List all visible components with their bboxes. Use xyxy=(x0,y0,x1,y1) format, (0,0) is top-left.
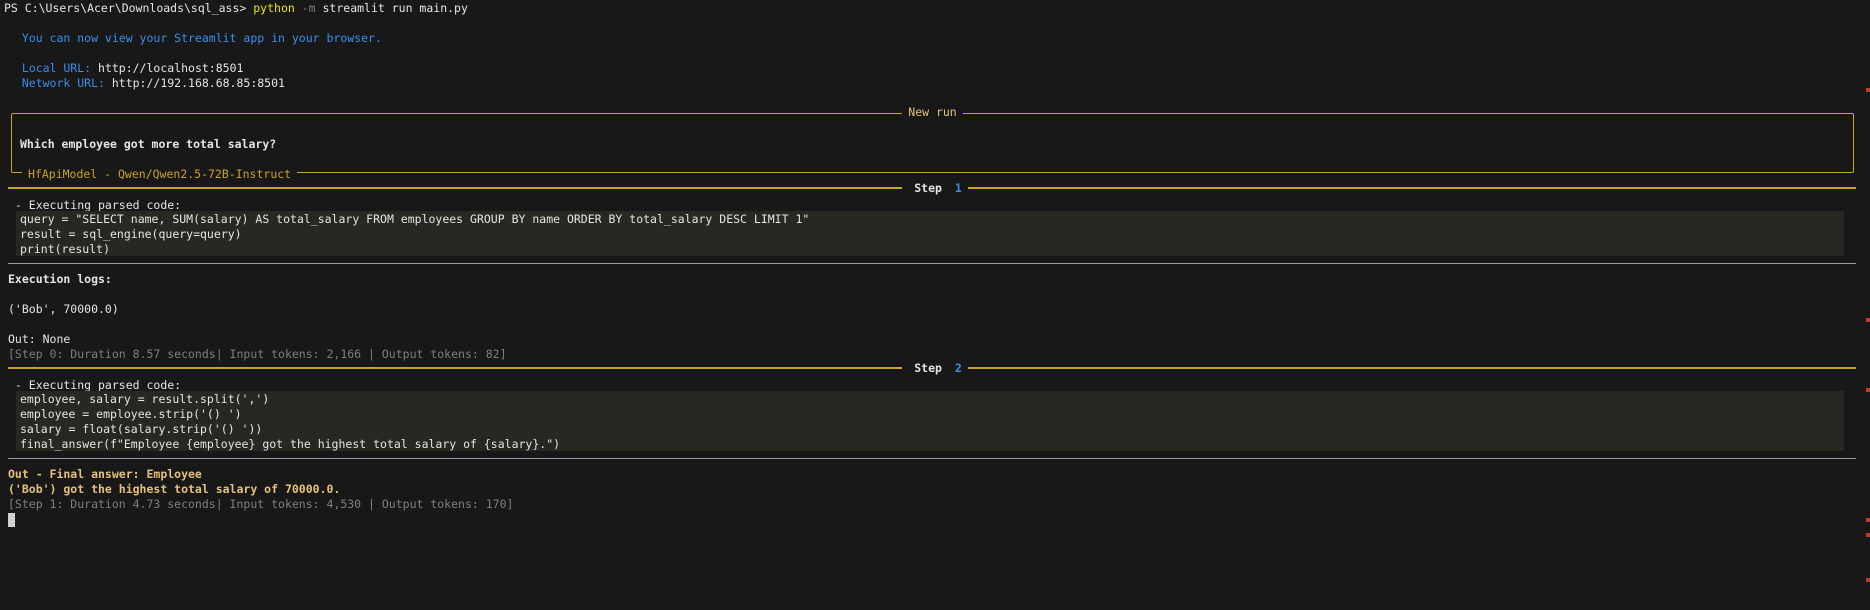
prompt-path: PS C:\Users\Acer\Downloads\sql_ass> xyxy=(4,1,254,15)
step2-stats: [Step 1: Duration 4.73 seconds| Input to… xyxy=(8,497,514,511)
question-text: Which employee got more total salary? xyxy=(20,137,277,151)
scroll-marker xyxy=(1866,388,1870,392)
step2-code-line-2: employee = employee.strip('() ') xyxy=(20,407,242,421)
step1-label: Step 1 xyxy=(0,181,1870,196)
scroll-marker xyxy=(1866,318,1870,322)
step2-code-line-3: salary = float(salary.strip('() ')) xyxy=(20,422,263,436)
panel-title: New run xyxy=(12,105,1853,119)
step2-code-line-4: final_answer(f"Employee {employee} got t… xyxy=(20,437,561,451)
terminal-cursor xyxy=(8,513,15,527)
command-python: python xyxy=(253,1,295,15)
step1-stats: [Step 0: Duration 8.57 seconds| Input to… xyxy=(8,347,507,361)
scroll-marker xyxy=(1866,533,1870,537)
local-url-link[interactable]: http://localhost:8501 xyxy=(98,61,243,75)
step1-code-line-1: query = "SELECT name, SUM(salary) AS tot… xyxy=(20,212,810,226)
command-flag: -m xyxy=(294,1,323,15)
scroll-marker xyxy=(1866,578,1870,582)
command-args: streamlit run main.py xyxy=(322,1,468,15)
execution-logs-label: Execution logs: xyxy=(8,272,112,286)
prompt-line: PS C:\Users\Acer\Downloads\sql_ass> pyth… xyxy=(4,1,468,16)
new-run-panel: New run Which employee got more total sa… xyxy=(11,105,1854,181)
local-url-label: Local URL: xyxy=(8,61,99,75)
step1-code-line-2: result = sql_engine(query=query) xyxy=(20,227,242,241)
step1-out: Out: None xyxy=(8,332,71,346)
network-url-label: Network URL: xyxy=(8,76,112,90)
execution-log-output: ('Bob', 70000.0) xyxy=(8,302,119,316)
scroll-marker xyxy=(1866,88,1870,92)
network-url-line: Network URL: http://192.168.68.85:8501 xyxy=(8,76,285,91)
step2-code-line-1: employee, salary = result.split(',') xyxy=(20,392,270,406)
model-label: HfApiModel - Qwen/Qwen2.5-72B-Instruct xyxy=(22,167,298,181)
scroll-marker xyxy=(1866,518,1870,522)
final-answer-line-2: ('Bob') got the highest total salary of … xyxy=(8,482,341,496)
network-url-link[interactable]: http://192.168.68.85:8501 xyxy=(112,76,285,90)
step2-label: Step 2 xyxy=(0,361,1870,376)
terminal-output[interactable]: PS C:\Users\Acer\Downloads\sql_ass> pyth… xyxy=(0,0,1870,610)
step1-code-line-3: print(result) xyxy=(20,242,111,256)
step2-divider xyxy=(8,458,1856,459)
final-answer-line-1: Out - Final answer: Employee xyxy=(8,467,202,481)
streamlit-view-message: You can now view your Streamlit app in y… xyxy=(8,31,382,45)
local-url-line: Local URL: http://localhost:8501 xyxy=(8,61,244,76)
step1-divider xyxy=(8,263,1856,264)
